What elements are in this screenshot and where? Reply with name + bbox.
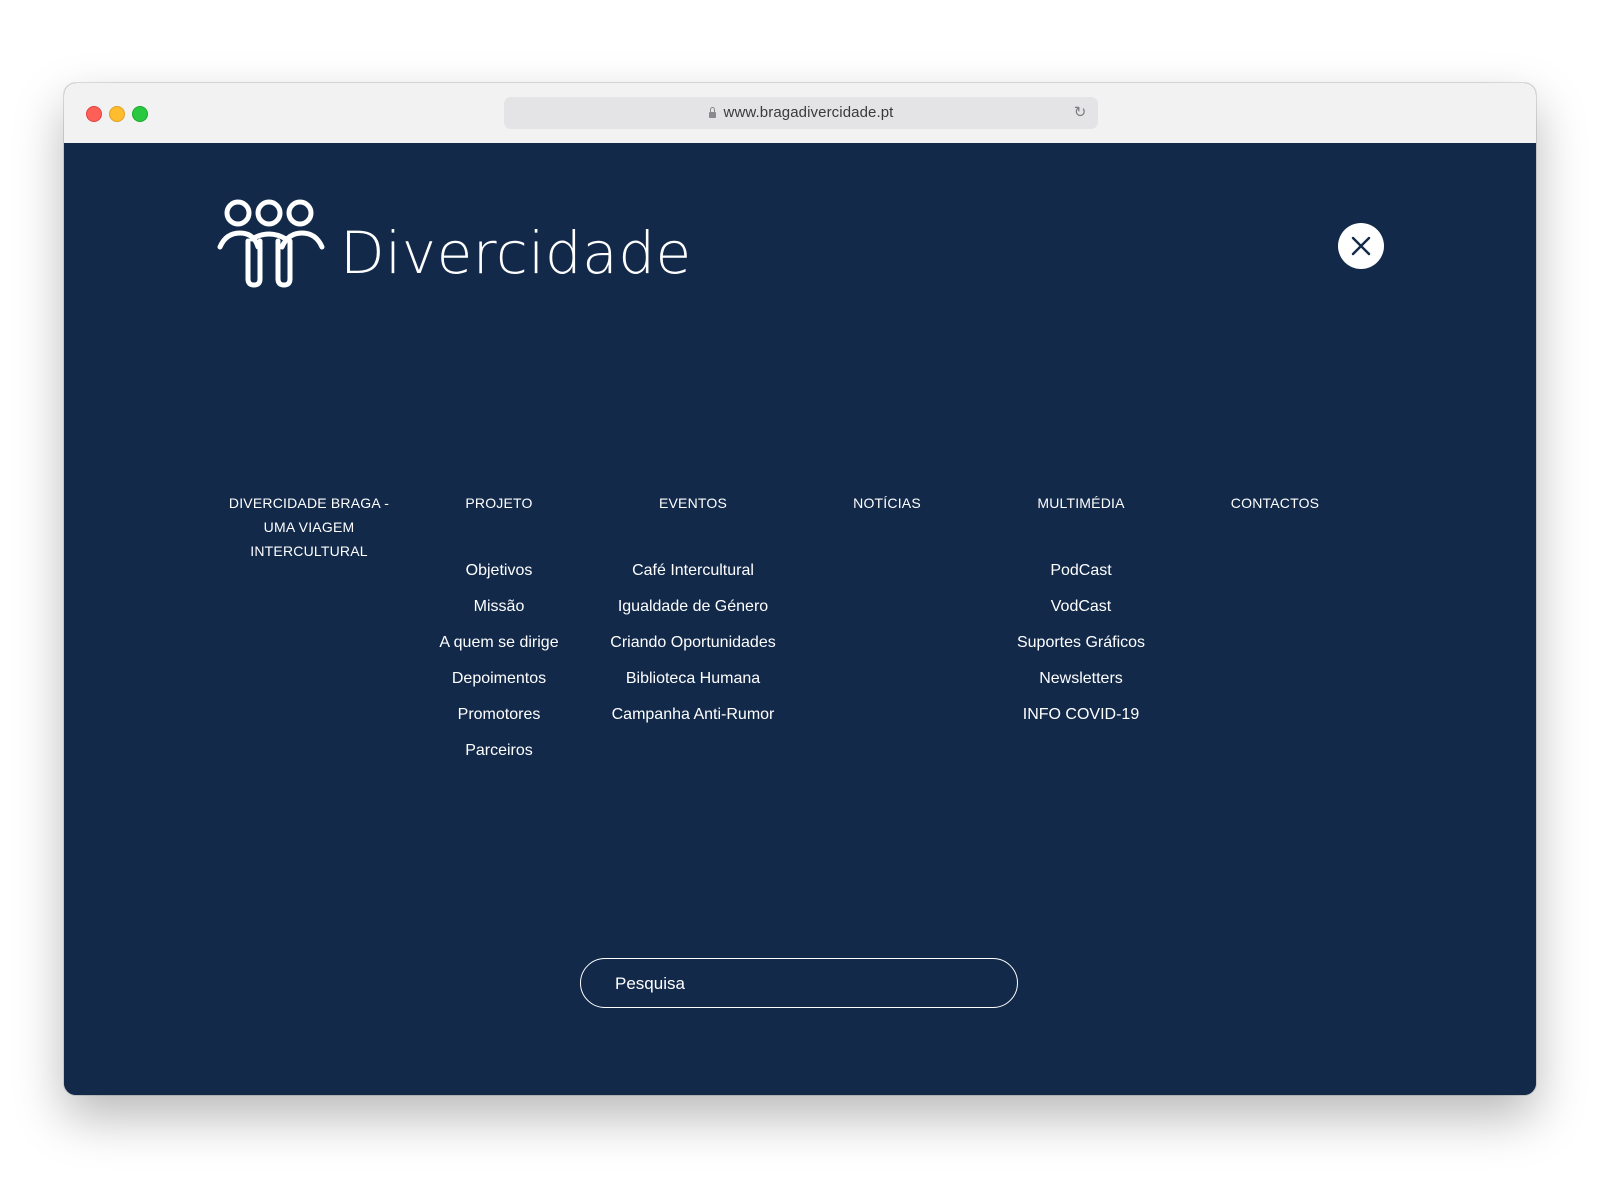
nav-column-eventos: EVENTOS Café Intercultural Igualdade de … (596, 491, 790, 733)
zoom-window-button[interactable] (132, 106, 148, 122)
nav-link-projeto[interactable]: PROJETO (402, 491, 596, 539)
lock-icon (708, 107, 716, 118)
submenu-item[interactable]: Biblioteca Humana (596, 661, 790, 697)
submenu-item[interactable]: Campanha Anti-Rumor (596, 697, 790, 733)
nav-link-eventos[interactable]: EVENTOS (596, 491, 790, 539)
submenu-item[interactable]: Depoimentos (402, 661, 596, 697)
search-box[interactable] (580, 958, 1018, 1008)
submenu-item[interactable]: A quem se dirige (402, 625, 596, 661)
menu-overlay: Divercidade DIVERCIDADE BRAGA - UMA VIAG… (64, 143, 1536, 1095)
search-input[interactable] (613, 959, 997, 1008)
minimize-window-button[interactable] (109, 106, 125, 122)
logo-wordmark: Divercidade (340, 219, 692, 287)
nav-link-noticias[interactable]: NOTÍCIAS (790, 491, 984, 539)
nav-column-noticias: NOTÍCIAS (790, 491, 984, 539)
submenu-multimedia: PodCast VodCast Suportes Gráficos Newsle… (984, 553, 1178, 733)
nav-column-contactos: CONTACTOS (1178, 491, 1372, 539)
submenu-item[interactable]: Objetivos (402, 553, 596, 589)
people-logo-icon (217, 199, 325, 288)
url-text: www.bragadivercidade.pt (723, 104, 894, 121)
browser-titlebar: www.bragadivercidade.pt ↻ (64, 83, 1536, 144)
close-menu-button[interactable] (1338, 223, 1384, 269)
submenu-item[interactable]: Newsletters (984, 661, 1178, 697)
submenu-item[interactable]: Café Intercultural (596, 553, 790, 589)
submenu-item[interactable]: Suportes Gráficos (984, 625, 1178, 661)
address-bar-text-wrap: www.bragadivercidade.pt (504, 97, 1098, 129)
submenu-eventos: Café Intercultural Igualdade de Género C… (596, 553, 790, 733)
submenu-item[interactable]: Igualdade de Género (596, 589, 790, 625)
submenu-item[interactable]: PodCast (984, 553, 1178, 589)
nav-column-divercidade: DIVERCIDADE BRAGA - UMA VIAGEM INTERCULT… (212, 491, 406, 563)
address-bar[interactable]: www.bragadivercidade.pt ↻ (504, 97, 1098, 129)
submenu-projeto: Objetivos Missão A quem se dirige Depoim… (402, 553, 596, 769)
nav-link-divercidade-braga[interactable]: DIVERCIDADE BRAGA - UMA VIAGEM INTERCULT… (212, 491, 406, 563)
nav-column-projeto: PROJETO Objetivos Missão A quem se dirig… (402, 491, 596, 769)
nav-link-multimedia[interactable]: MULTIMÉDIA (984, 491, 1178, 539)
reload-icon[interactable]: ↻ (1072, 105, 1088, 121)
submenu-item[interactable]: VodCast (984, 589, 1178, 625)
close-window-button[interactable] (86, 106, 102, 122)
submenu-item[interactable]: INFO COVID-19 (984, 697, 1178, 733)
site-logo[interactable]: Divercidade (216, 195, 691, 295)
submenu-item[interactable]: Promotores (402, 697, 596, 733)
close-icon (1351, 236, 1371, 256)
nav-column-multimedia: MULTIMÉDIA PodCast VodCast Suportes Gráf… (984, 491, 1178, 733)
nav-link-contactos[interactable]: CONTACTOS (1178, 491, 1372, 539)
browser-window: www.bragadivercidade.pt ↻ Divercidade DI… (64, 83, 1536, 1095)
submenu-item[interactable]: Missão (402, 589, 596, 625)
submenu-item[interactable]: Criando Oportunidades (596, 625, 790, 661)
submenu-item[interactable]: Parceiros (402, 733, 596, 769)
